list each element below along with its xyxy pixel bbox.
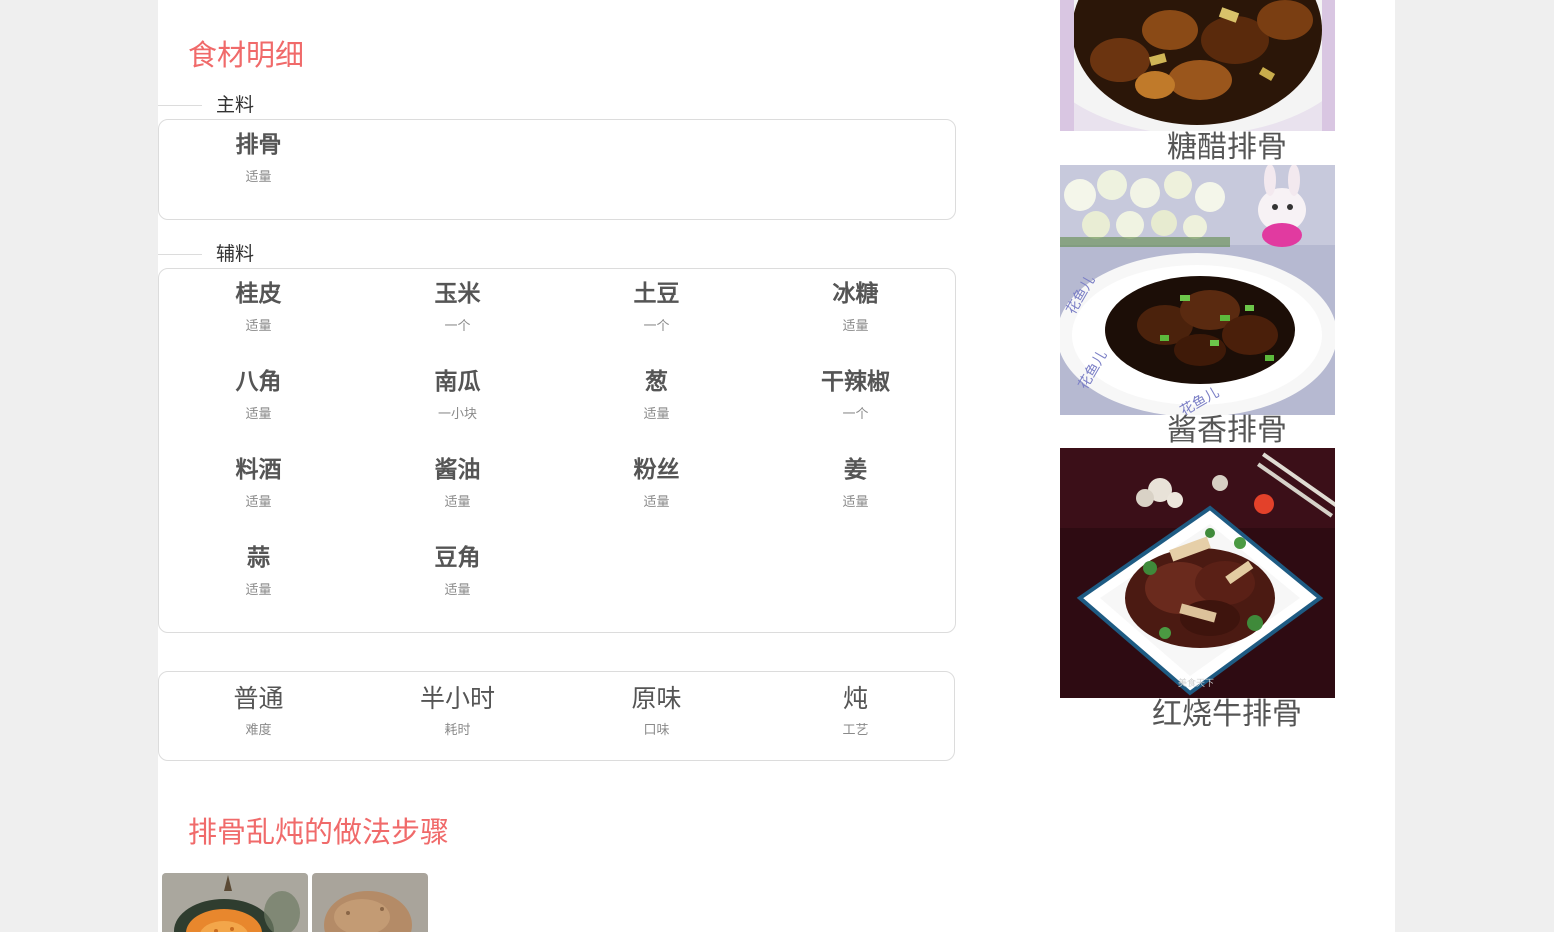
ingredient-amount: 一个 bbox=[444, 319, 471, 334]
ingredient-name: 料酒 bbox=[235, 457, 282, 483]
ingredient-item[interactable]: 玉米 一个 bbox=[358, 269, 557, 357]
info-label: 难度 bbox=[245, 723, 272, 738]
ingredient-amount: 适量 bbox=[245, 319, 272, 334]
ingredient-item[interactable]: 料酒 适量 bbox=[159, 445, 358, 533]
main-ingredients-group: 排骨 适量 主料 bbox=[157, 93, 956, 220]
rec-title[interactable]: 红烧牛排骨 bbox=[1152, 698, 1302, 732]
ingredient-amount: 适量 bbox=[842, 495, 869, 510]
info-taste: 原味 口味 bbox=[557, 672, 756, 760]
aux-ingredients-label: 辅料 bbox=[157, 242, 269, 266]
ingredient-item[interactable]: 排骨 适量 bbox=[159, 120, 358, 208]
ingredient-item[interactable]: 桂皮 适量 bbox=[159, 269, 358, 357]
ingredient-item[interactable]: 蒜适量 bbox=[159, 533, 358, 621]
ingredients-title: 食材明细 bbox=[188, 38, 305, 72]
ingredient-name: 酱油 bbox=[434, 457, 481, 483]
ingredient-name: 玉米 bbox=[434, 281, 481, 307]
ingredient-name: 粉丝 bbox=[633, 457, 680, 483]
info-value: 原味 bbox=[631, 684, 682, 713]
ingredient-name: 冰糖 bbox=[832, 281, 879, 307]
ingredient-item[interactable]: 南瓜 一小块 bbox=[358, 357, 557, 445]
step-photo-potato[interactable] bbox=[312, 873, 428, 932]
ingredient-name: 蒜 bbox=[247, 545, 270, 571]
ingredient-name: 豆角 bbox=[434, 545, 481, 571]
ingredient-item[interactable]: 豆角 适量 bbox=[358, 533, 557, 621]
ingredient-name: 南瓜 bbox=[434, 369, 481, 395]
rec-photo-sweet-sour-ribs[interactable] bbox=[1060, 0, 1335, 131]
ingredient-amount: 适量 bbox=[842, 319, 869, 334]
ingredient-amount: 一个 bbox=[842, 407, 869, 422]
ingredient-amount: 一个 bbox=[643, 319, 670, 334]
info-time: 半小时 耗时 bbox=[358, 672, 557, 760]
rec-title[interactable]: 酱香排骨 bbox=[1167, 414, 1287, 448]
ingredient-name: 姜 bbox=[844, 457, 867, 483]
ingredient-item[interactable]: 葱适量 bbox=[557, 357, 756, 445]
info-value: 炖 bbox=[842, 684, 868, 713]
info-label: 耗时 bbox=[444, 723, 471, 738]
ingredient-amount: 适量 bbox=[643, 407, 670, 422]
ingredient-name: 排骨 bbox=[235, 132, 282, 158]
aux-ingredients-box: 桂皮 适量 玉米 一个 土豆 一个 冰糖 适量 八角 适量 南瓜 一小块葱适量 干辣椒 一个 料酒 适量 酱油适… bbox=[158, 268, 956, 633]
info-technique: 炖 工艺 bbox=[756, 672, 955, 760]
ingredient-amount: 适量 bbox=[444, 495, 471, 510]
steps-title: 排骨乱炖的做法步骤 bbox=[188, 815, 450, 849]
rec-photo-soy-ribs[interactable]: 花鱼儿 花鱼儿 花鱼儿 bbox=[1060, 165, 1335, 415]
ingredient-amount: 一小块 bbox=[437, 407, 477, 422]
info-value: 普通 bbox=[233, 684, 284, 713]
ingredient-name: 葱 bbox=[645, 369, 668, 395]
ingredient-amount: 适量 bbox=[643, 495, 670, 510]
step-photo-pumpkin[interactable] bbox=[162, 873, 308, 932]
ingredient-name: 土豆 bbox=[633, 281, 680, 307]
ingredient-item[interactable]: 干辣椒 一个 bbox=[756, 357, 955, 445]
watermark-text: 美食天下 bbox=[1178, 677, 1214, 689]
ingredient-amount: 适量 bbox=[245, 170, 272, 185]
ingredient-item[interactable]: 土豆 一个 bbox=[557, 269, 756, 357]
rec-photo-braised-beef-ribs[interactable]: 美食天下 bbox=[1060, 448, 1335, 698]
ingredient-amount: 适量 bbox=[245, 495, 272, 510]
main-ingredients-box: 排骨 适量 bbox=[158, 119, 956, 220]
ingredient-item[interactable]: 酱油 适量 bbox=[358, 445, 557, 533]
ingredient-item[interactable]: 冰糖 适量 bbox=[756, 269, 955, 357]
aux-ingredients-group: 桂皮 适量 玉米 一个 土豆 一个 冰糖 适量 八角 适量 南瓜 一小块葱适量 干辣椒 一个 料酒 适量 酱油适… bbox=[157, 242, 956, 633]
info-label: 工艺 bbox=[842, 723, 869, 738]
ingredient-name: 干辣椒 bbox=[821, 369, 890, 395]
ingredient-name: 桂皮 bbox=[235, 281, 282, 307]
ingredient-item[interactable]: 粉丝 适量 bbox=[557, 445, 756, 533]
recipe-info-strip: 普通 难度 半小时 耗时 原味 口味 炖 工艺 bbox=[158, 671, 955, 761]
ingredient-amount: 适量 bbox=[245, 407, 272, 422]
ingredient-amount: 适量 bbox=[444, 583, 471, 598]
info-value: 半小时 bbox=[419, 684, 495, 713]
ingredient-item[interactable]: 姜适量 bbox=[756, 445, 955, 533]
rec-title[interactable]: 糖醋排骨 bbox=[1167, 131, 1287, 165]
info-difficulty: 普通 难度 bbox=[159, 672, 358, 760]
main-ingredients-label: 主料 bbox=[157, 93, 269, 117]
recipe-page: 食材明细 排骨 适量 主料 桂皮 适量 玉米 一个 土豆 一个 冰糖 适量 八角 适量 南瓜 一小块葱… bbox=[157, 0, 1395, 932]
ingredient-amount: 适量 bbox=[245, 583, 272, 598]
ingredient-item[interactable]: 八角 适量 bbox=[159, 357, 358, 445]
info-label: 口味 bbox=[643, 723, 670, 738]
ingredient-name: 八角 bbox=[235, 369, 282, 395]
